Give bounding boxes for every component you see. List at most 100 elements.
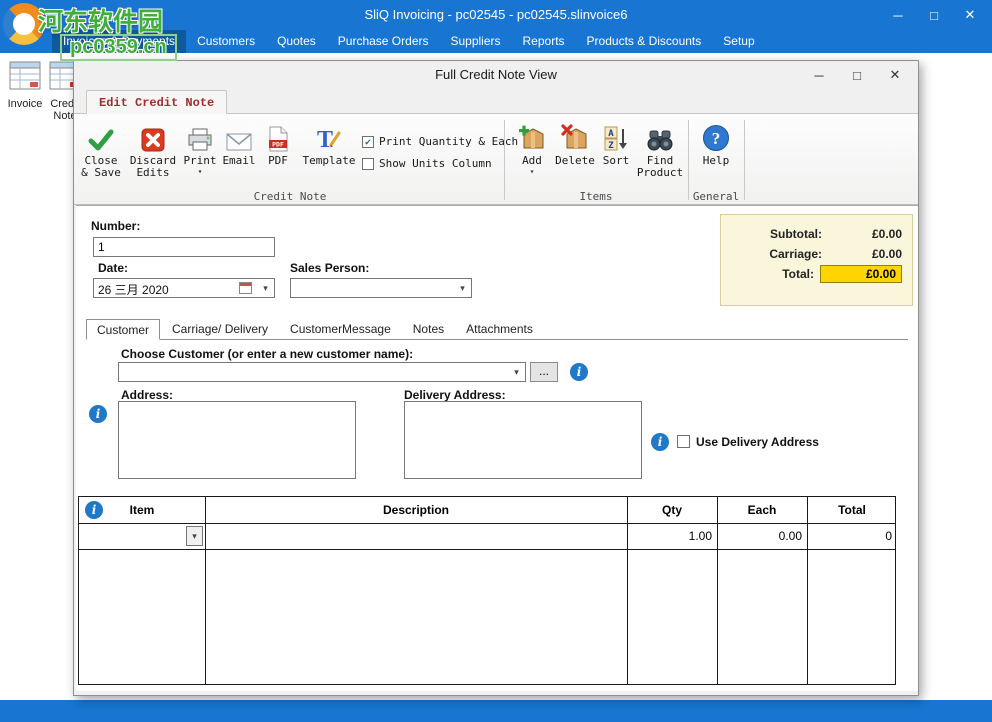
item-dropdown-button[interactable]: ▾ bbox=[186, 526, 203, 546]
template-button[interactable]: T Template bbox=[300, 120, 358, 192]
delivery-address-label: Delivery Address: bbox=[404, 388, 506, 402]
main-window-bottom-edge bbox=[0, 700, 992, 722]
email-button[interactable]: Email bbox=[220, 120, 258, 192]
dialog-maximize-icon[interactable]: □ bbox=[846, 65, 868, 85]
checkbox-label: Print Quantity & Each bbox=[379, 135, 518, 148]
sort-items-button[interactable]: AZ Sort bbox=[598, 120, 634, 192]
address-info-icon[interactable]: i bbox=[89, 405, 107, 423]
chevron-down-icon[interactable]: ▾ bbox=[508, 363, 525, 381]
menu-item-suppliers[interactable]: Suppliers bbox=[439, 30, 511, 53]
dialog-minimize-icon[interactable]: ─ bbox=[808, 65, 830, 85]
discard-x-icon bbox=[128, 120, 178, 152]
ribbon-tab-edit-credit-note[interactable]: Edit Credit Note bbox=[86, 90, 227, 114]
tab-customer-message[interactable]: CustomerMessage bbox=[280, 319, 401, 339]
print-dropdown-chevron-icon: ▾ bbox=[182, 167, 218, 176]
close-save-label: Close & Save bbox=[78, 155, 124, 179]
template-label: Template bbox=[300, 155, 358, 167]
dialog-title: Full Credit Note View bbox=[74, 61, 918, 89]
column-header-item: Item bbox=[79, 497, 205, 523]
each-cell[interactable]: 0.00 bbox=[717, 524, 807, 549]
chevron-down-icon[interactable]: ▾ bbox=[454, 279, 471, 297]
credit-note-form: Number: Date: 26 三月 2020 ▾ Sales Person:… bbox=[76, 205, 918, 691]
envelope-icon bbox=[220, 120, 258, 152]
tab-carriage-delivery[interactable]: Carriage/ Delivery bbox=[162, 319, 278, 339]
date-picker[interactable]: 26 三月 2020 ▾ bbox=[93, 278, 275, 298]
close-icon[interactable]: ✕ bbox=[952, 0, 988, 30]
pdf-file-icon: PDF bbox=[260, 120, 296, 152]
number-label: Number: bbox=[91, 219, 140, 233]
help-button[interactable]: ? Help bbox=[694, 120, 738, 192]
use-delivery-address-checkbox[interactable] bbox=[677, 435, 690, 448]
minimize-icon[interactable]: ─ bbox=[880, 0, 916, 30]
carriage-row: Carriage: £0.00 bbox=[721, 244, 902, 263]
svg-text:A: A bbox=[608, 129, 614, 139]
help-question-icon: ? bbox=[694, 120, 738, 152]
menu-item-reports[interactable]: Reports bbox=[512, 30, 576, 53]
discard-edits-button[interactable]: Discard Edits bbox=[128, 120, 178, 192]
sort-label: Sort bbox=[598, 155, 634, 167]
total-cell[interactable]: 0 bbox=[807, 524, 897, 549]
full-credit-note-dialog: Full Credit Note View ─ □ ✕ Edit Credit … bbox=[73, 60, 919, 696]
tab-customer[interactable]: Customer bbox=[86, 319, 160, 340]
print-label: Print bbox=[182, 155, 218, 167]
number-input[interactable] bbox=[93, 237, 275, 257]
tab-attachments[interactable]: Attachments bbox=[456, 319, 543, 339]
menu-item-customers[interactable]: Customers bbox=[186, 30, 266, 53]
browse-customer-button[interactable]: ... bbox=[530, 362, 558, 382]
customer-select[interactable]: ▾ bbox=[118, 362, 526, 382]
date-value: 26 三月 2020 bbox=[98, 281, 169, 298]
checkbox-box[interactable]: ✔ bbox=[362, 136, 374, 148]
address-textarea[interactable] bbox=[118, 401, 356, 479]
maximize-icon[interactable]: □ bbox=[916, 0, 952, 30]
item-cell[interactable] bbox=[79, 524, 186, 549]
qty-cell[interactable]: 1.00 bbox=[627, 524, 717, 549]
ribbon-print-options: ✔ Print Quantity & Each Show Units Colum… bbox=[362, 134, 526, 178]
close-save-button[interactable]: Close & Save bbox=[78, 120, 124, 192]
svg-text:?: ? bbox=[712, 129, 721, 148]
ribbon-group-label-credit-note: Credit Note bbox=[78, 190, 502, 203]
template-icon: T bbox=[300, 120, 358, 152]
menu-item-products-discounts[interactable]: Products & Discounts bbox=[576, 30, 713, 53]
add-label: Add bbox=[512, 155, 552, 167]
address-label: Address: bbox=[121, 388, 173, 402]
add-package-icon bbox=[512, 120, 552, 152]
description-cell[interactable] bbox=[205, 524, 627, 549]
dialog-close-icon[interactable]: ✕ bbox=[884, 65, 906, 85]
delete-item-button[interactable]: Delete bbox=[554, 120, 596, 192]
sales-person-select[interactable]: ▾ bbox=[290, 278, 472, 298]
delete-package-icon bbox=[554, 120, 596, 152]
discard-edits-label: Discard Edits bbox=[128, 155, 178, 179]
tab-notes[interactable]: Notes bbox=[403, 319, 454, 339]
choose-customer-label: Choose Customer (or enter a new customer… bbox=[121, 347, 413, 361]
delivery-info-icon[interactable]: i bbox=[651, 433, 669, 451]
checkmark-icon bbox=[78, 120, 124, 152]
show-units-column-checkbox[interactable]: Show Units Column bbox=[362, 156, 526, 171]
ribbon-group-separator bbox=[504, 120, 505, 200]
printer-icon bbox=[182, 120, 218, 152]
column-header-qty: Qty bbox=[627, 497, 717, 523]
pdf-button[interactable]: PDF PDF bbox=[260, 120, 296, 192]
delete-label: Delete bbox=[554, 155, 596, 167]
total-value: £0.00 bbox=[820, 265, 902, 283]
svg-text:Z: Z bbox=[608, 141, 614, 151]
watermark-url: pc0359.cn bbox=[60, 34, 177, 61]
sales-person-label: Sales Person: bbox=[290, 261, 369, 275]
find-product-button[interactable]: Find Product bbox=[636, 120, 684, 192]
add-item-button[interactable]: Add ▾ bbox=[512, 120, 552, 192]
menu-item-setup[interactable]: Setup bbox=[712, 30, 765, 53]
menu-item-quotes[interactable]: Quotes bbox=[266, 30, 327, 53]
print-quantity-each-checkbox[interactable]: ✔ Print Quantity & Each bbox=[362, 134, 526, 149]
chevron-down-icon[interactable]: ▾ bbox=[257, 279, 274, 297]
find-product-label: Find Product bbox=[636, 155, 684, 179]
total-label: Total: bbox=[782, 267, 814, 281]
menu-item-purchase-orders[interactable]: Purchase Orders bbox=[327, 30, 440, 53]
checkbox-box[interactable] bbox=[362, 158, 374, 170]
svg-text:T: T bbox=[317, 127, 333, 152]
print-button[interactable]: Print ▾ bbox=[182, 120, 218, 192]
carriage-value: £0.00 bbox=[822, 247, 902, 261]
toolbar-invoice-button[interactable]: Invoice bbox=[3, 61, 47, 110]
delivery-address-textarea[interactable] bbox=[404, 401, 642, 479]
main-window-controls: ─ □ ✕ bbox=[880, 0, 988, 30]
customer-info-icon[interactable]: i bbox=[570, 363, 588, 381]
date-label: Date: bbox=[98, 261, 128, 275]
